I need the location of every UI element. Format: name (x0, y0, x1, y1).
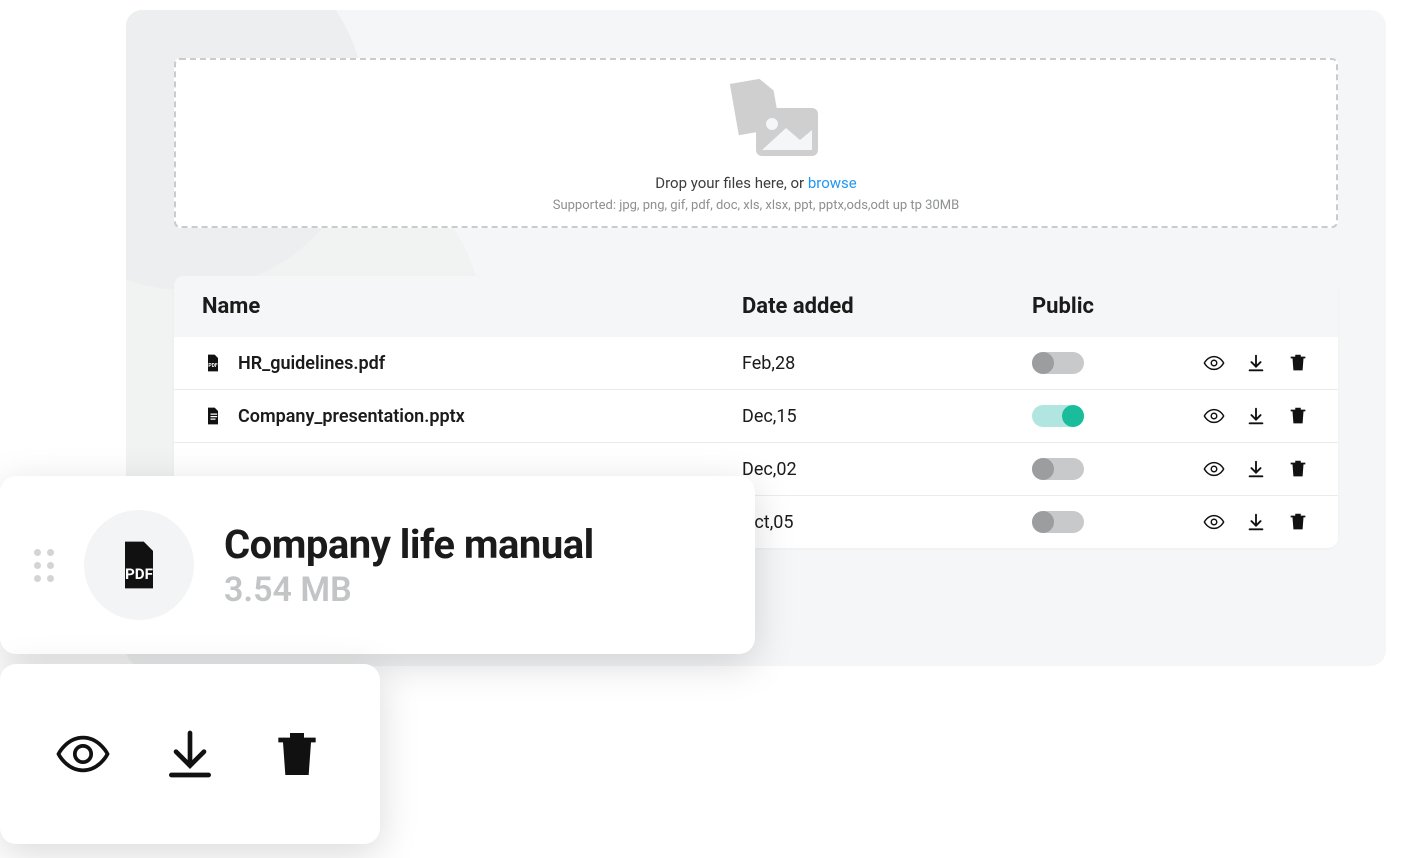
download-icon (1245, 458, 1267, 480)
browse-link[interactable]: browse (808, 174, 857, 192)
public-cell (1032, 511, 1182, 533)
actions-popup (0, 664, 380, 844)
download-button[interactable] (1244, 404, 1268, 428)
eye-icon (55, 726, 111, 782)
file-card[interactable]: PDF Company life manual 3.54 MB (0, 476, 755, 654)
view-button[interactable] (52, 723, 114, 785)
delete-button[interactable] (1286, 404, 1310, 428)
file-name-cell: PDF HR_guidelines.pdf (202, 352, 742, 374)
trash-icon (1287, 458, 1309, 480)
dropzone-prompt: Drop your files here, or browse (655, 174, 857, 192)
view-button[interactable] (1202, 457, 1226, 481)
file-date: Feb,28 (742, 353, 1032, 374)
doc-icon (202, 405, 224, 427)
pdf-icon: PDF (202, 352, 224, 374)
eye-icon (1203, 511, 1225, 533)
file-card-info: Company life manual 3.54 MB (224, 521, 594, 610)
download-button[interactable] (159, 723, 221, 785)
row-actions (1182, 404, 1310, 428)
public-cell (1032, 405, 1182, 427)
download-button[interactable] (1244, 351, 1268, 375)
download-icon (1245, 352, 1267, 374)
header-public: Public (1032, 294, 1182, 319)
dropzone-supported-text: Supported: jpg, png, gif, pdf, doc, xls,… (553, 198, 959, 213)
file-name: Company_presentation.pptx (238, 406, 465, 427)
file-date: Oct,05 (742, 512, 1032, 533)
pdf-icon: PDF (111, 537, 167, 593)
trash-icon (269, 726, 325, 782)
file-type-badge: PDF (84, 510, 194, 620)
eye-icon (1203, 458, 1225, 480)
row-actions (1182, 457, 1310, 481)
table-row: Company_presentation.pptx Dec,15 (174, 390, 1338, 443)
dropzone-prompt-text: Drop your files here, or (655, 174, 808, 192)
trash-icon (1287, 511, 1309, 533)
file-date: Dec,02 (742, 459, 1032, 480)
row-actions (1182, 351, 1310, 375)
table-header: Name Date added Public (174, 276, 1338, 337)
download-icon (1245, 511, 1267, 533)
svg-text:PDF: PDF (125, 565, 153, 583)
download-icon (162, 726, 218, 782)
header-name: Name (202, 294, 742, 319)
public-toggle[interactable] (1032, 458, 1084, 480)
trash-icon (1287, 405, 1309, 427)
dropzone[interactable]: Drop your files here, or browse Supporte… (174, 58, 1338, 228)
row-actions (1182, 510, 1310, 534)
delete-button[interactable] (1286, 457, 1310, 481)
drag-handle-icon[interactable] (34, 549, 54, 582)
table-row: PDF HR_guidelines.pdf Feb,28 (174, 337, 1338, 390)
dropzone-illustration (686, 74, 826, 164)
svg-text:PDF: PDF (208, 363, 217, 369)
public-toggle[interactable] (1032, 405, 1084, 427)
download-button[interactable] (1244, 510, 1268, 534)
public-cell (1032, 458, 1182, 480)
view-button[interactable] (1202, 510, 1226, 534)
file-name-cell: Company_presentation.pptx (202, 405, 742, 427)
public-cell (1032, 352, 1182, 374)
eye-icon (1203, 352, 1225, 374)
file-date: Dec,15 (742, 406, 1032, 427)
download-icon (1245, 405, 1267, 427)
public-toggle[interactable] (1032, 511, 1084, 533)
header-date: Date added (742, 294, 1032, 319)
file-card-title: Company life manual (224, 521, 594, 568)
delete-button[interactable] (266, 723, 328, 785)
eye-icon (1203, 405, 1225, 427)
file-card-size: 3.54 MB (224, 570, 594, 610)
download-button[interactable] (1244, 457, 1268, 481)
file-name: HR_guidelines.pdf (238, 353, 385, 374)
public-toggle[interactable] (1032, 352, 1084, 374)
delete-button[interactable] (1286, 510, 1310, 534)
view-button[interactable] (1202, 351, 1226, 375)
delete-button[interactable] (1286, 351, 1310, 375)
view-button[interactable] (1202, 404, 1226, 428)
trash-icon (1287, 352, 1309, 374)
